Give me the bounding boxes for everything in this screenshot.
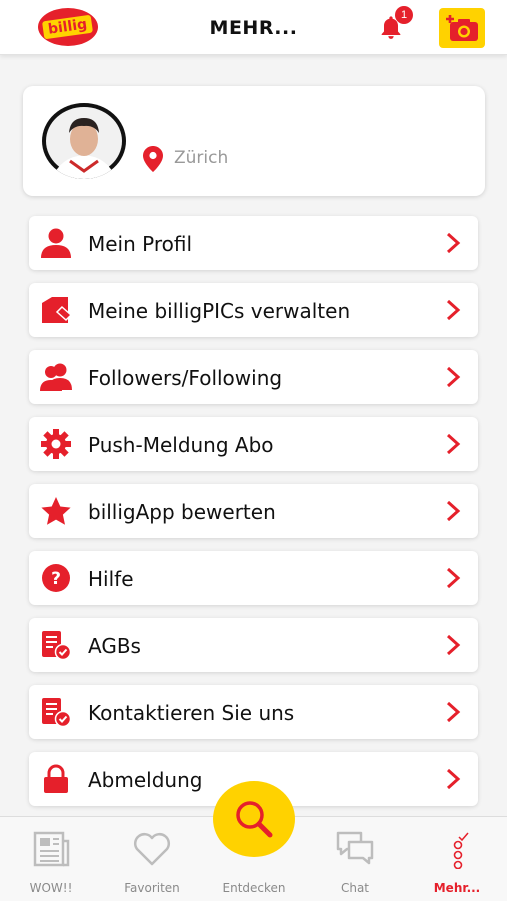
add-photo-button[interactable]: [439, 8, 485, 48]
menu-label: Followers/Following: [88, 366, 283, 390]
pics-icon: [42, 297, 72, 323]
nav-label: Entdecken: [222, 881, 286, 895]
lock-icon: [44, 764, 68, 793]
chevron-right-icon: [446, 701, 461, 723]
menu-item-bewerten[interactable]: billigApp bewerten: [29, 484, 478, 538]
menu-label: Mein Profil: [88, 232, 193, 256]
chevron-right-icon: [446, 433, 461, 455]
location-pin-icon: [143, 146, 163, 172]
nav-item-wow[interactable]: WOW!!: [11, 817, 91, 901]
nav-item-chat[interactable]: Chat: [315, 817, 395, 901]
more-icon: [453, 832, 469, 869]
chevron-right-icon: [446, 567, 461, 589]
location-label: Zürich: [174, 148, 229, 168]
heart-icon: [134, 833, 170, 866]
chevron-right-icon: [446, 634, 461, 656]
help-icon: ?: [42, 564, 70, 592]
chevron-right-icon: [446, 232, 461, 254]
menu-label: Hilfe: [88, 567, 134, 591]
nav-label: Chat: [340, 881, 370, 895]
search-button[interactable]: [213, 781, 295, 857]
search-icon: [236, 801, 273, 838]
gear-icon: [41, 429, 71, 459]
avatar[interactable]: [42, 103, 126, 179]
nav-label: Favoriten: [124, 881, 180, 895]
menu-label: AGBs: [88, 634, 141, 658]
menu-label: Abmeldung: [88, 768, 203, 792]
menu-label: Meine billigPICs verwalten: [88, 299, 351, 323]
newspaper-icon: [33, 831, 70, 867]
page-title: MEHR...: [209, 17, 298, 39]
menu-label: Kontaktieren Sie uns: [88, 701, 295, 725]
nav-label: Mehr...: [433, 881, 481, 895]
nav-item-favoriten[interactable]: Favoriten: [112, 817, 192, 901]
star-icon: [41, 497, 71, 525]
menu-item-mein-profil[interactable]: Mein Profil: [29, 216, 478, 270]
menu-item-billigpics[interactable]: Meine billigPICs verwalten: [29, 283, 478, 337]
svg-text:?: ?: [51, 569, 61, 589]
chat-icon: [336, 831, 374, 865]
chevron-right-icon: [446, 500, 461, 522]
chevron-right-icon: [446, 768, 461, 790]
chevron-right-icon: [446, 366, 461, 388]
document-check-icon: [42, 631, 72, 660]
menu-label: Push-Meldung Abo: [88, 433, 274, 457]
chevron-right-icon: [446, 299, 461, 321]
app-header: billig MEHR... 1: [0, 0, 507, 55]
menu-item-kontakt[interactable]: Kontaktieren Sie uns: [29, 685, 478, 739]
add-camera-icon: [446, 15, 478, 41]
profile-card[interactable]: Zürich: [23, 86, 485, 196]
nav-item-mehr[interactable]: Mehr...: [417, 817, 497, 901]
nav-label: WOW!!: [29, 881, 73, 895]
user-icon: [41, 228, 71, 258]
menu-item-agbs[interactable]: AGBs: [29, 618, 478, 672]
menu-item-hilfe[interactable]: ? Hilfe: [29, 551, 478, 605]
document-check-icon: [42, 698, 72, 727]
menu-label: billigApp bewerten: [88, 500, 276, 524]
notification-badge: 1: [395, 6, 413, 24]
menu-item-push-meldung[interactable]: Push-Meldung Abo: [29, 417, 478, 471]
menu-item-followers[interactable]: Followers/Following: [29, 350, 478, 404]
followers-icon: [40, 363, 72, 391]
